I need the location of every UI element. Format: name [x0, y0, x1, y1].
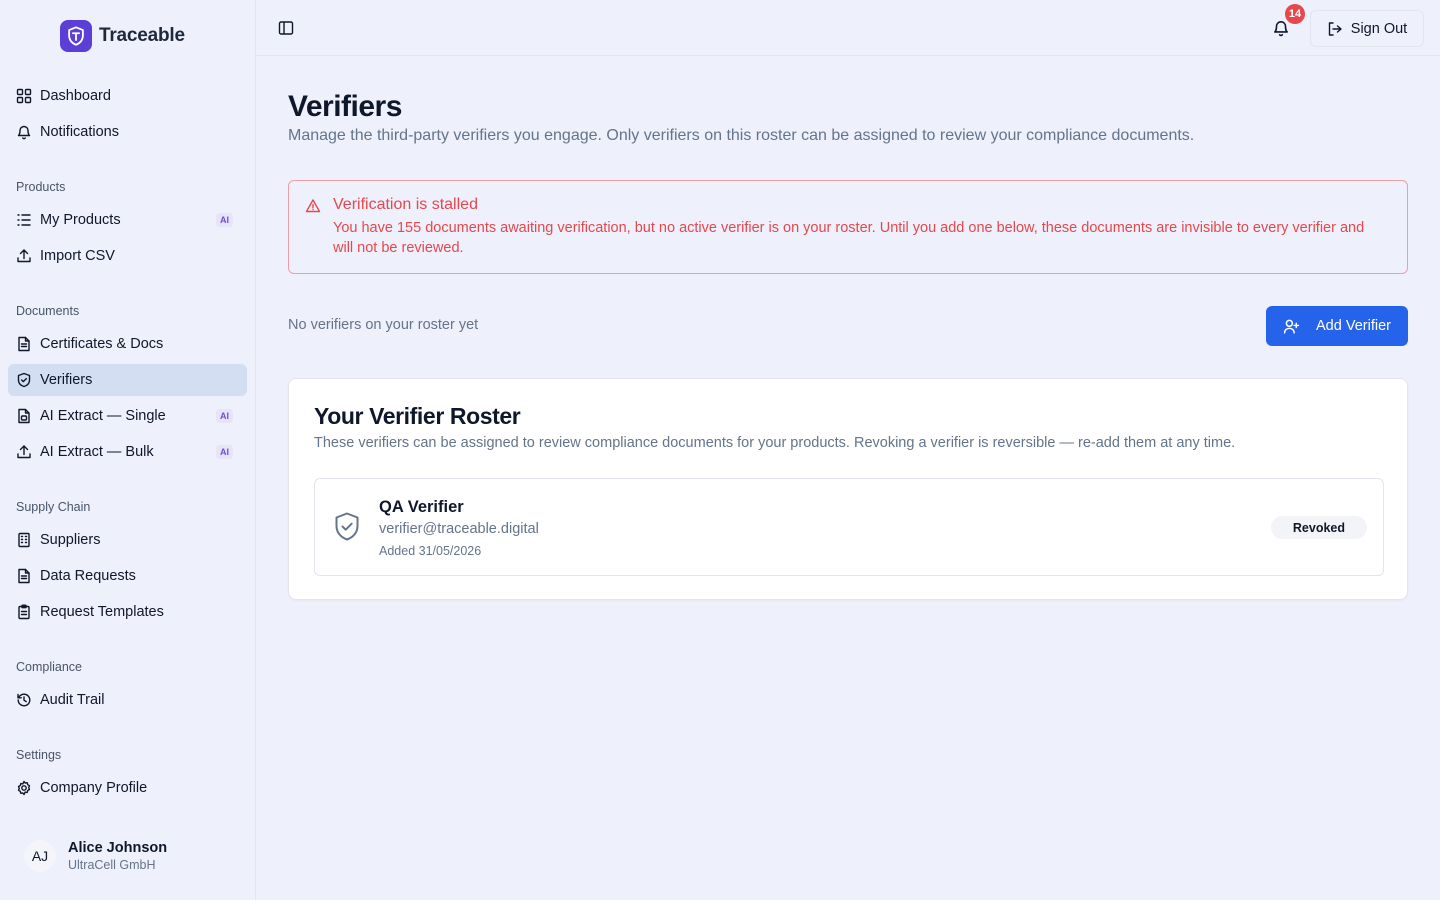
upload-icon [16, 248, 32, 264]
stalled-alert: Verification is stalled You have 155 doc… [288, 180, 1408, 274]
warning-triangle-icon [305, 198, 321, 214]
brand-name: Traceable [99, 25, 185, 46]
building-icon [16, 532, 32, 548]
roster-description: These verifiers can be assigned to revie… [314, 435, 1236, 451]
ai-badge: AI [216, 213, 233, 227]
avatar: AJ [24, 840, 56, 872]
sidebar-item-label: AI Extract — Single [40, 408, 166, 424]
sign-out-icon [1327, 21, 1343, 37]
verifier-name: QA Verifier [379, 498, 464, 516]
alert-body: You have 155 documents awaiting verifica… [333, 220, 1365, 256]
status-badge: Revoked [1270, 516, 1367, 539]
empty-roster-text: No verifiers on your roster yet [288, 317, 479, 333]
verifier-added-date: Added 31/05/2026 [379, 544, 482, 558]
sign-out-label: Sign Out [1350, 20, 1408, 37]
upload-icon [16, 444, 32, 460]
user-profile[interactable]: AJ Alice Johnson UltraCell GmbH [24, 840, 167, 872]
topbar: 14 Sign Out [256, 0, 1440, 56]
notification-count-badge: 14 [1285, 4, 1305, 24]
sidebar-item-label: AI Extract — Bulk [40, 444, 154, 460]
sidebar-item-label: Audit Trail [40, 692, 105, 708]
sidebar-item-data-requests[interactable]: Data Requests [8, 560, 247, 592]
sidebar-item-label: Certificates & Docs [40, 336, 164, 352]
ai-badge: AI [216, 445, 233, 459]
section-label-compliance: Compliance [16, 660, 83, 674]
bell-icon [16, 124, 32, 140]
gear-icon [16, 780, 32, 796]
sidebar-item-label: Import CSV [40, 248, 115, 264]
page-subtitle: Manage the third-party verifiers you eng… [288, 127, 1195, 144]
sidebar-item-label: Verifiers [40, 372, 93, 388]
roster-title: Your Verifier Roster [314, 403, 521, 429]
notification-bell-icon[interactable] [1272, 19, 1290, 37]
alert-title: Verification is stalled [333, 196, 478, 213]
add-verifier-label: Add Verifier [1316, 318, 1391, 334]
sidebar-item-ai-extract-single[interactable]: AI Extract — Single AI [8, 400, 247, 432]
sidebar-item-label: My Products [40, 212, 121, 228]
ai-badge: AI [216, 409, 233, 423]
sidebar-item-request-templates[interactable]: Request Templates [8, 596, 247, 628]
verifier-row[interactable]: QA Verifier verifier@traceable.digital A… [314, 478, 1384, 576]
verifier-roster-card: Your Verifier Roster These verifiers can… [288, 378, 1408, 600]
shield-check-icon [333, 511, 361, 543]
grid-icon [16, 88, 32, 104]
section-label-documents: Documents [16, 304, 80, 318]
sidebar-item-suppliers[interactable]: Suppliers [8, 524, 247, 556]
sidebar-item-label: Request Templates [40, 604, 164, 620]
section-label-supply-chain: Supply Chain [16, 500, 91, 514]
section-label-settings: Settings [16, 748, 62, 762]
history-icon [16, 692, 32, 708]
shield-check-icon [16, 372, 32, 388]
brand[interactable]: Traceable [60, 20, 185, 52]
document-icon [16, 336, 32, 352]
sidebar: Traceable Dashboard Notifications Produc… [0, 0, 256, 900]
document-icon [16, 568, 32, 584]
page-title: Verifiers [288, 90, 402, 123]
user-name: Alice Johnson [68, 840, 168, 856]
sidebar-item-notifications[interactable]: Notifications [8, 116, 247, 148]
sidebar-item-ai-extract-bulk[interactable]: AI Extract — Bulk AI [8, 436, 247, 468]
user-plus-icon [1283, 318, 1300, 335]
clipboard-icon [16, 604, 32, 620]
sidebar-item-certificates[interactable]: Certificates & Docs [8, 328, 247, 360]
sign-out-button[interactable]: Sign Out [1310, 10, 1424, 47]
sidebar-item-label: Dashboard [40, 88, 111, 104]
sidebar-toggle-icon[interactable] [278, 20, 294, 36]
sidebar-item-my-products[interactable]: My Products AI [8, 204, 247, 236]
section-label-products: Products [16, 180, 66, 194]
sidebar-item-label: Suppliers [40, 532, 101, 548]
sidebar-item-audit-trail[interactable]: Audit Trail [8, 684, 247, 716]
add-verifier-button[interactable]: Add Verifier [1266, 306, 1408, 346]
sidebar-item-verifiers[interactable]: Verifiers [8, 364, 247, 396]
traceable-logo-icon [60, 20, 92, 52]
document-scan-icon [16, 408, 32, 424]
list-icon [16, 212, 32, 228]
user-org: UltraCell GmbH [68, 858, 156, 872]
sidebar-item-label: Data Requests [40, 568, 136, 584]
sidebar-item-company-profile[interactable]: Company Profile [8, 772, 247, 804]
sidebar-item-label: Notifications [40, 124, 119, 140]
sidebar-item-import-csv[interactable]: Import CSV [8, 240, 247, 272]
sidebar-item-dashboard[interactable]: Dashboard [8, 80, 247, 112]
sidebar-item-label: Company Profile [40, 780, 148, 796]
verifier-email: verifier@traceable.digital [379, 521, 539, 537]
